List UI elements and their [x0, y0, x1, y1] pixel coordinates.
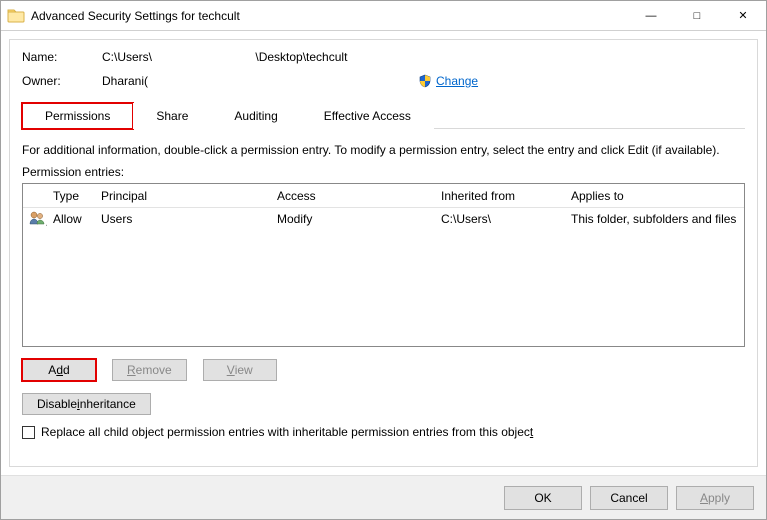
col-principal[interactable]: Principal — [95, 186, 271, 206]
tab-share[interactable]: Share — [133, 103, 211, 129]
inheritance-row: Disable inheritance — [22, 393, 745, 415]
tab-permissions[interactable]: Permissions — [22, 103, 133, 129]
tab-effective-access[interactable]: Effective Access — [301, 103, 434, 129]
entry-buttons: Add Remove View — [22, 359, 745, 381]
content-outer: Name: C:\Users\ \Desktop\techcult Owner:… — [1, 31, 766, 475]
disable-inheritance-button[interactable]: Disable inheritance — [22, 393, 151, 415]
row-principal: Users — [95, 209, 271, 229]
apply-button[interactable]: Apply — [676, 486, 754, 510]
maximize-button[interactable]: □ — [674, 1, 720, 31]
minimize-button[interactable]: — — [628, 1, 674, 31]
name-value: C:\Users\ \Desktop\techcult — [102, 50, 347, 64]
folder-icon — [7, 7, 25, 25]
view-button[interactable]: View — [203, 359, 277, 381]
window-title: Advanced Security Settings for techcult — [31, 9, 628, 23]
replace-children-checkbox[interactable] — [22, 426, 35, 439]
users-icon — [29, 210, 45, 226]
shield-icon — [418, 74, 432, 88]
permissions-grid[interactable]: Type Principal Access Inherited from App… — [22, 183, 745, 347]
replace-children-label: Replace all child object permission entr… — [41, 425, 533, 439]
col-applies[interactable]: Applies to — [565, 186, 744, 206]
owner-label: Owner: — [22, 74, 102, 88]
window-frame: Advanced Security Settings for techcult … — [0, 0, 767, 520]
cancel-button[interactable]: Cancel — [590, 486, 668, 510]
name-row: Name: C:\Users\ \Desktop\techcult — [22, 50, 745, 64]
close-button[interactable]: ✕ — [720, 1, 766, 31]
owner-value: Dharani( — [102, 74, 412, 88]
col-access[interactable]: Access — [271, 186, 435, 206]
tab-auditing[interactable]: Auditing — [211, 103, 300, 129]
entries-label: Permission entries: — [22, 165, 745, 179]
remove-button[interactable]: Remove — [112, 359, 187, 381]
replace-children-row[interactable]: Replace all child object permission entr… — [22, 425, 745, 439]
col-type[interactable]: Type — [47, 186, 95, 206]
row-type: Allow — [47, 209, 95, 229]
add-button[interactable]: Add — [22, 359, 96, 381]
col-icon — [23, 193, 47, 199]
info-text: For additional information, double-click… — [22, 143, 745, 157]
tab-strip: Permissions Share Auditing Effective Acc… — [22, 102, 745, 128]
change-owner-link[interactable]: Change — [436, 74, 478, 88]
row-access: Modify — [271, 209, 435, 229]
name-label: Name: — [22, 50, 102, 64]
ok-button[interactable]: OK — [504, 486, 582, 510]
titlebar[interactable]: Advanced Security Settings for techcult … — [1, 1, 766, 31]
row-inherited: C:\Users\ — [435, 209, 565, 229]
col-inherited[interactable]: Inherited from — [435, 186, 565, 206]
row-applies: This folder, subfolders and files — [565, 209, 744, 229]
content: Name: C:\Users\ \Desktop\techcult Owner:… — [9, 39, 758, 467]
owner-row: Owner: Dharani( Change — [22, 74, 745, 88]
grid-header: Type Principal Access Inherited from App… — [23, 184, 744, 208]
table-row[interactable]: Allow Users Modify C:\Users\ This folder… — [23, 208, 744, 230]
dialog-footer: OK Cancel Apply — [1, 475, 766, 519]
